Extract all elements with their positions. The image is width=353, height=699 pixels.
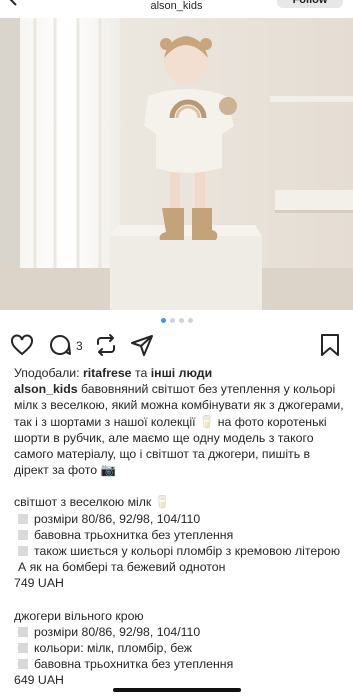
heart-icon[interactable] xyxy=(10,333,34,357)
bullet-square-icon xyxy=(18,643,28,654)
carousel-indicator xyxy=(0,318,353,324)
likes-line: Уподобали: ritafrese та інші люди xyxy=(14,365,344,381)
caption-author[interactable]: alson_kids xyxy=(14,382,78,396)
list-item-text: бавовна трьохнитка без утеплення xyxy=(34,527,234,542)
post-image xyxy=(0,18,353,310)
bullet-square-icon xyxy=(18,513,28,524)
liker-username[interactable]: ritafrese xyxy=(83,366,132,380)
post-caption: Уподобали: ritafrese та інші люди alson_… xyxy=(14,365,344,689)
caption-intro: alson_kids бавовняний світшот без утепле… xyxy=(14,381,344,478)
item-title: джогери вільного крою xyxy=(14,608,144,623)
list-item-text: бавовна трьохнитка без утеплення xyxy=(34,657,234,672)
carousel-dot xyxy=(178,318,184,323)
carousel-dot xyxy=(160,318,166,323)
home-indicator xyxy=(113,688,241,692)
top-bar: alson_kids Follow xyxy=(0,0,353,18)
likes-prefix: Уподобали: xyxy=(14,366,80,380)
bullet-square-icon xyxy=(18,546,28,557)
bullet-square-icon xyxy=(18,529,28,540)
list-item-text: також шиється у кольорі пломбір з кремов… xyxy=(18,544,341,575)
list-item: розміри 80/86, 92/98, 104/110 xyxy=(14,624,344,640)
carousel-dot xyxy=(169,318,175,323)
list-item: бавовна трьохнитка без утеплення xyxy=(14,656,344,672)
bookmark-icon[interactable] xyxy=(319,333,341,357)
list-item: кольори: мілк, пломбір, беж xyxy=(14,640,344,656)
item-price: 649 UAH xyxy=(14,673,64,688)
item-price: 749 UAH xyxy=(14,576,64,591)
repost-icon[interactable] xyxy=(94,333,118,357)
comment-count: 3 xyxy=(76,339,83,353)
carousel-dot xyxy=(187,318,193,323)
post-actions: 3 xyxy=(10,333,341,359)
item-title: світшот з веселкою мілк 🥛 xyxy=(14,495,171,510)
likes-connector: та xyxy=(134,366,148,380)
caption-text: бавовняний світшот без утеплення у кольо… xyxy=(14,382,344,478)
list-item: бавовна трьохнитка без утеплення xyxy=(14,527,344,543)
list-item: розміри 80/86, 92/98, 104/110 xyxy=(14,511,344,527)
list-item-text: розміри 80/86, 92/98, 104/110 xyxy=(34,624,201,639)
send-icon[interactable] xyxy=(130,333,154,357)
list-item-text: розміри 80/86, 92/98, 104/110 xyxy=(34,511,201,526)
bullet-square-icon xyxy=(18,626,28,637)
bullet-square-icon xyxy=(18,659,28,670)
likes-others-link[interactable]: інші люди xyxy=(151,366,212,380)
list-item: також шиється у кольорі пломбір з кремов… xyxy=(14,543,344,575)
comment-icon[interactable] xyxy=(48,333,72,357)
post-photo[interactable] xyxy=(0,18,353,310)
list-item-text: кольори: мілк, пломбір, беж xyxy=(34,641,193,656)
follow-button[interactable]: Follow xyxy=(277,0,343,8)
